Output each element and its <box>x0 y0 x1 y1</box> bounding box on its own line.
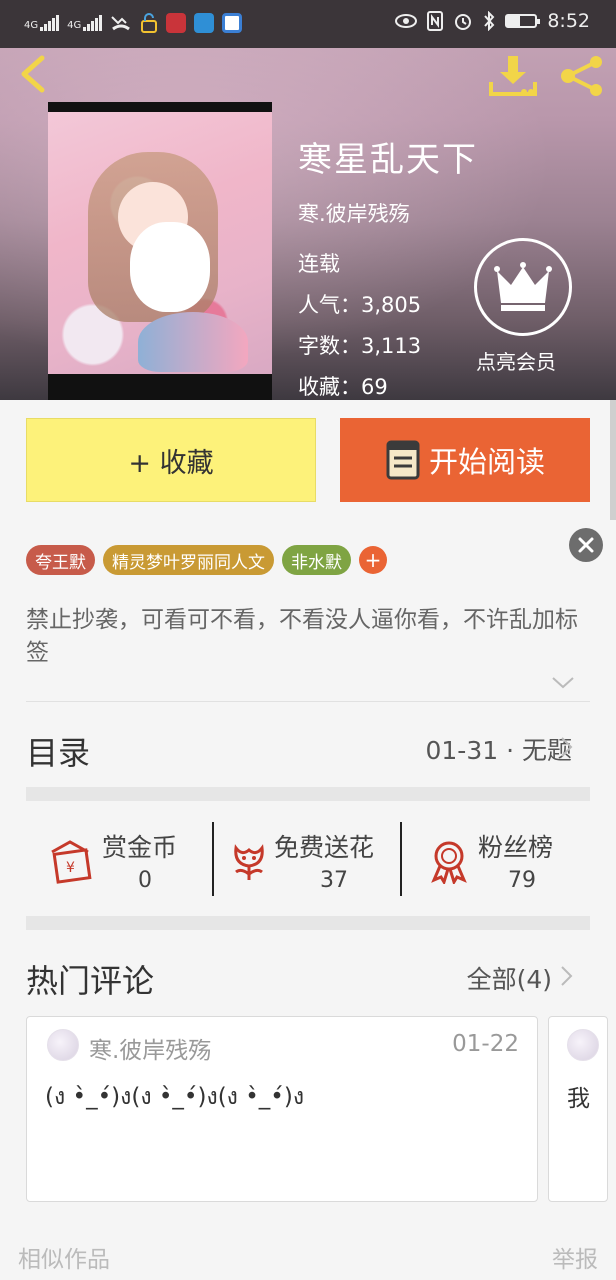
report-link[interactable]: 举报 <box>552 1240 598 1274</box>
cover-illustration <box>48 112 272 374</box>
fan-ranking-value: 79 <box>508 868 536 893</box>
comment-username[interactable]: 寒.彼岸残殇 <box>89 1031 211 1065</box>
toc-latest-chapter[interactable]: 01-31 · 无题 <box>426 731 573 767</box>
tag[interactable]: 非水默 <box>282 545 351 575</box>
reward-coins-label: 赏金币 <box>102 833 178 862</box>
vip-label[interactable]: 点亮会员 <box>476 346 556 375</box>
comment-card[interactable]: 我 <box>548 1016 608 1202</box>
reward-coins[interactable]: ¥ 赏金币 0 <box>48 822 208 898</box>
chevron-right-icon[interactable] <box>558 735 574 759</box>
signal-icon: 4G <box>67 15 103 31</box>
book-icon <box>386 440 420 480</box>
comment-date: 01-22 <box>452 1031 519 1057</box>
fan-ranking[interactable]: 粉丝榜 79 <box>426 822 586 898</box>
book-cover[interactable] <box>48 102 272 400</box>
section-divider <box>26 787 590 801</box>
download-icon[interactable] <box>488 54 538 98</box>
book-status: 连载 <box>298 252 340 276</box>
chevron-left-icon[interactable] <box>14 54 54 94</box>
clock: 8:52 <box>547 10 590 32</box>
app-icon <box>166 13 187 33</box>
tag[interactable]: 夸王默 <box>26 545 95 575</box>
section-divider <box>26 916 590 930</box>
comment-card[interactable]: 寒.彼岸残殇 01-22 (ง •̀_•́)ง(ง •̀_•́)ง(ง •̀_•… <box>26 1016 538 1202</box>
stat-separator <box>212 822 214 896</box>
missed-call-icon <box>111 16 131 31</box>
book-author[interactable]: 寒.彼岸残殇 <box>298 198 410 228</box>
close-icon[interactable] <box>569 528 603 562</box>
free-flowers-label: 免费送花 <box>274 833 375 862</box>
status-bar: 4G 4G 8:52 <box>0 0 616 48</box>
tag[interactable]: 精灵梦叶罗丽同人文 <box>103 545 274 575</box>
medal-icon <box>431 841 467 884</box>
start-reading-label: 开始阅读 <box>428 445 545 479</box>
reward-coins-value: 0 <box>138 868 152 893</box>
avatar[interactable] <box>567 1029 599 1061</box>
book-description: 禁止抄袭，可看可不看，不看没人逼你看，不许乱加标签 <box>26 607 578 666</box>
svg-text:¥: ¥ <box>66 860 75 876</box>
similar-works-link[interactable]: 相似作品 <box>18 1240 110 1274</box>
red-envelope-icon: ¥ <box>51 840 92 884</box>
lock-icon <box>141 13 158 33</box>
app-icon <box>222 13 243 33</box>
status-left: 4G 4G <box>24 12 243 34</box>
avatar[interactable] <box>47 1029 79 1061</box>
collect-button[interactable]: + 收藏 <box>26 418 316 502</box>
book-header: 4G 4G 8:52 寒星乱天下 寒.彼岸残殇 连载 人气：3,805 字数：3… <box>0 0 616 400</box>
crown-icon <box>494 262 552 311</box>
network-type-label: 4G <box>24 20 39 31</box>
scrollbar[interactable] <box>610 400 616 520</box>
comment-text: 我 <box>567 1086 590 1112</box>
book-title: 寒星乱天下 <box>298 140 478 180</box>
app-icon <box>194 13 215 33</box>
eye-icon <box>395 14 418 28</box>
all-comments-link[interactable]: 全部(4) <box>467 960 552 996</box>
signal-icon: 4G <box>24 15 60 31</box>
share-icon[interactable] <box>556 54 608 98</box>
toc-title[interactable]: 目录 <box>26 728 90 774</box>
bluetooth-icon <box>484 11 495 31</box>
stat-separator <box>400 822 402 896</box>
status-right: 8:52 <box>395 10 590 32</box>
book-favorites: 收藏：69 <box>298 375 388 399</box>
network-type-label: 4G <box>67 20 82 31</box>
battery-icon <box>505 14 541 28</box>
start-reading-button[interactable]: 开始阅读 <box>340 418 590 502</box>
vip-button[interactable] <box>474 238 572 336</box>
divider <box>26 701 590 702</box>
nfc-icon <box>427 11 444 31</box>
chevron-down-icon[interactable] <box>550 675 576 691</box>
flower-icon <box>234 844 264 880</box>
fan-ranking-label: 粉丝榜 <box>478 833 554 862</box>
alarm-icon <box>455 14 472 30</box>
free-flowers[interactable]: 免费送花 37 <box>226 822 396 898</box>
comment-text: (ง •̀_•́)ง(ง •̀_•́)ง(ง •̀_•́)ง <box>45 1084 305 1110</box>
add-tag-button[interactable]: + <box>359 546 387 574</box>
chevron-right-icon[interactable] <box>558 964 574 988</box>
book-word-count: 字数：3,113 <box>298 334 422 358</box>
book-popularity: 人气：3,805 <box>298 293 422 317</box>
hot-comments-title: 热门评论 <box>26 962 155 1000</box>
tag-list: 夸王默 精灵梦叶罗丽同人文 非水默 + <box>26 545 387 575</box>
free-flowers-value: 37 <box>320 868 348 893</box>
